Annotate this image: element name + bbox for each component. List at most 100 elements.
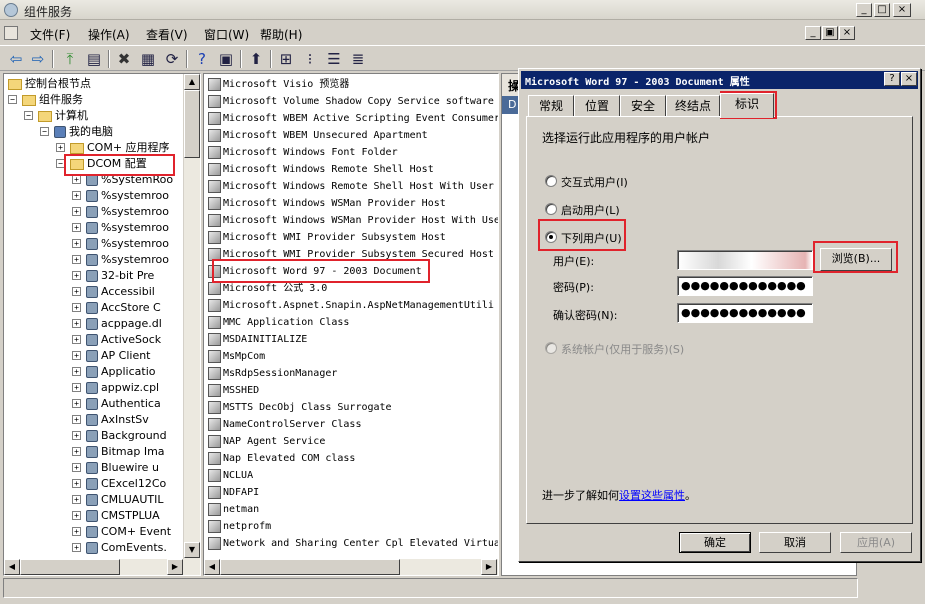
tree-item[interactable]: AxInstSv — [86, 412, 149, 428]
list-item[interactable]: Microsoft WBEM Active Scripting Event Co… — [208, 110, 498, 127]
tree-expander-icon[interactable]: + — [72, 527, 81, 536]
tree-item[interactable]: %systemroo — [86, 252, 169, 268]
tree-expander-icon[interactable]: + — [72, 255, 81, 264]
tree-item[interactable]: appwiz.cpl — [86, 380, 159, 396]
list-item[interactable]: Nap Elevated COM class — [208, 450, 355, 467]
tree-item[interactable]: %systemroo — [86, 204, 169, 220]
radio-launching-user-label[interactable]: 启动用户(L) — [561, 202, 620, 218]
tree-item[interactable]: %systemroo — [86, 236, 169, 252]
list-item[interactable]: Microsoft Windows Font Folder — [208, 144, 398, 161]
tree-expander-icon[interactable]: + — [72, 351, 81, 360]
list-item[interactable]: MsRdpSessionManager — [208, 365, 337, 382]
tab-general[interactable]: 常规 — [528, 95, 574, 117]
radio-interactive-user-label[interactable]: 交互式用户(I) — [561, 174, 628, 190]
help-icon[interactable]: ? — [192, 49, 212, 69]
hscroll-thumb[interactable] — [220, 559, 400, 575]
tree-expander-icon[interactable]: + — [72, 543, 81, 552]
list-item[interactable]: NDFAPI — [208, 484, 259, 501]
tree-expander-icon[interactable]: + — [72, 495, 81, 504]
mmc-window-icon[interactable] — [4, 26, 18, 40]
tree-expander-icon[interactable]: + — [72, 399, 81, 408]
tab-location[interactable]: 位置 — [574, 95, 620, 117]
scroll-left-icon[interactable]: ◀ — [4, 559, 20, 575]
list-item[interactable]: NameControlServer Class — [208, 416, 361, 433]
tree-item[interactable]: CExcel12Co — [86, 476, 166, 492]
delete-icon[interactable]: ✖ — [114, 49, 134, 69]
minimize-button[interactable]: _ — [856, 3, 872, 17]
tree-item[interactable]: 控制台根节点 — [8, 76, 91, 92]
tree-expander-icon[interactable]: + — [72, 303, 81, 312]
tree-item[interactable]: Bitmap Ima — [86, 444, 165, 460]
cancel-button[interactable]: 取消 — [759, 532, 831, 553]
list-item[interactable]: NCLUA — [208, 467, 253, 484]
list-item[interactable]: MMC Application Class — [208, 314, 349, 331]
menu-action[interactable]: 操作(A) — [88, 26, 130, 43]
list-item[interactable]: Microsoft Visio 预览器 — [208, 76, 349, 93]
tree-item[interactable]: Accessibil — [86, 284, 155, 300]
refresh-icon[interactable]: ⟳ — [162, 49, 182, 69]
large-icons-icon[interactable]: ⊞ — [276, 49, 296, 69]
tree-expander-icon[interactable]: + — [72, 463, 81, 472]
tree-expander-icon[interactable]: + — [72, 271, 81, 280]
tree-expander-icon[interactable]: + — [72, 447, 81, 456]
tree-item[interactable]: CMLUAUTIL — [86, 492, 163, 508]
list-item[interactable]: MSSHED — [208, 382, 259, 399]
tab-endpoints[interactable]: 终结点 — [666, 95, 720, 117]
tree-item[interactable]: 组件服务 — [22, 92, 83, 108]
ok-button[interactable]: 确定 — [679, 532, 751, 553]
menu-view[interactable]: 查看(V) — [146, 26, 188, 43]
tree-expander-icon[interactable]: + — [72, 335, 81, 344]
list-item[interactable]: Microsoft.Aspnet.Snapin.AspNetManagement… — [208, 297, 494, 314]
tree-item[interactable]: %systemroo — [86, 220, 169, 236]
list-icon[interactable]: ☰ — [324, 49, 344, 69]
menu-help[interactable]: 帮助(H) — [260, 26, 302, 43]
tree-item[interactable]: COM+ Event — [86, 524, 171, 540]
tree-item[interactable]: ActiveSock — [86, 332, 161, 348]
maximize-button[interactable]: □ — [874, 3, 890, 17]
confirm-password-field[interactable]: ●●●●●●●●●●●●● — [677, 303, 813, 323]
scroll-right-icon[interactable]: ▶ — [481, 559, 497, 575]
properties-icon[interactable]: ▦ — [138, 49, 158, 69]
forward-icon[interactable]: ⇨ — [28, 49, 48, 69]
list-horizontal-scrollbar[interactable]: ◀ ▶ — [204, 559, 498, 575]
small-icons-icon[interactable]: ⁝ — [300, 49, 320, 69]
tree-expander-icon[interactable]: + — [72, 191, 81, 200]
tab-identity[interactable]: 标识 — [720, 93, 774, 118]
tree-item[interactable]: AccStore C — [86, 300, 161, 316]
tree-expander-icon[interactable]: + — [72, 207, 81, 216]
list-item[interactable]: Microsoft Windows Remote Shell Host — [208, 161, 434, 178]
tree-item[interactable]: %systemroo — [86, 188, 169, 204]
detail-icon[interactable]: ≣ — [348, 49, 368, 69]
scroll-thumb[interactable] — [184, 90, 200, 158]
tree-item[interactable]: 我的电脑 — [54, 124, 113, 140]
radio-system-account[interactable] — [545, 342, 557, 354]
tree-item[interactable]: Background — [86, 428, 167, 444]
tree-expander-icon[interactable]: + — [72, 367, 81, 376]
scroll-up-icon[interactable]: ▲ — [184, 74, 200, 90]
tree-item[interactable]: ComEvents. — [86, 540, 167, 556]
dialog-close-button[interactable]: × — [901, 72, 917, 86]
list-item[interactable]: MSTTS DecObj Class Surrogate — [208, 399, 392, 416]
tree-expander-icon[interactable]: − — [40, 127, 49, 136]
tree-item[interactable]: Authentica — [86, 396, 161, 412]
apply-button[interactable]: 应用(A) — [840, 532, 912, 553]
tree-item[interactable]: Applicatio — [86, 364, 156, 380]
learn-more-link[interactable]: 设置这些属性 — [619, 489, 685, 502]
scroll-right-icon[interactable]: ▶ — [167, 559, 183, 575]
password-field[interactable]: ●●●●●●●●●●●●● — [677, 276, 813, 296]
tree-expander-icon[interactable]: + — [72, 383, 81, 392]
tree-item[interactable]: 32-bit Pre — [86, 268, 154, 284]
back-icon[interactable]: ⇦ — [6, 49, 26, 69]
scroll-left-icon[interactable]: ◀ — [204, 559, 220, 575]
hscroll-thumb[interactable] — [20, 559, 120, 575]
tree-item[interactable]: AP Client — [86, 348, 151, 364]
show-tree-icon[interactable]: ▤ — [84, 49, 104, 69]
list-item[interactable]: netprofm — [208, 518, 271, 535]
tree-expander-icon[interactable]: − — [8, 95, 17, 104]
tree-item[interactable]: 计算机 — [38, 108, 88, 124]
tree-expander-icon[interactable]: + — [56, 143, 65, 152]
close-button[interactable]: × — [893, 3, 911, 17]
tree-expander-icon[interactable]: + — [72, 175, 81, 184]
tree-expander-icon[interactable]: + — [72, 511, 81, 520]
tree-expander-icon[interactable]: + — [72, 239, 81, 248]
